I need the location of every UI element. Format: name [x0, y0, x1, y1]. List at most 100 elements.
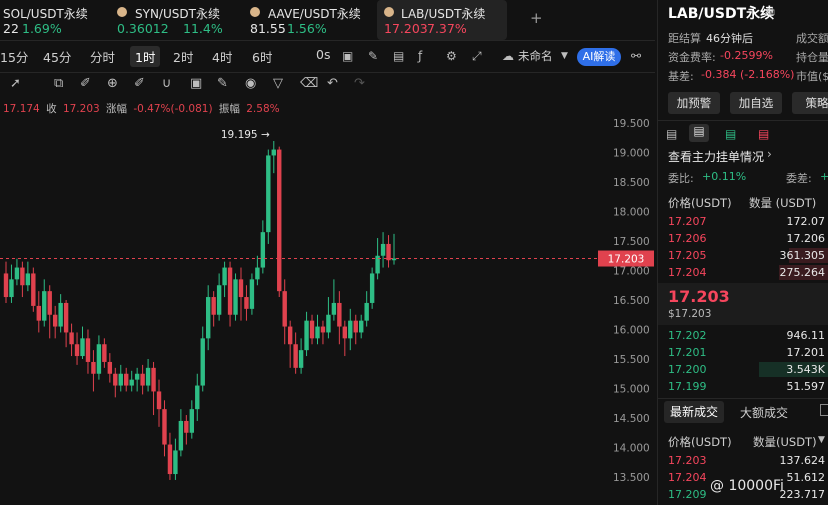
ticker-price: 81.55 — [250, 21, 286, 36]
open-interest-label: 持仓量 — [796, 51, 828, 64]
strategy-button[interactable]: 策略 — [792, 92, 828, 114]
candle-body — [145, 367, 151, 386]
candle-body — [3, 273, 9, 298]
bid-row[interactable]: 17.199 51.597 — [658, 378, 828, 395]
chevron-right-icon[interactable]: › — [767, 147, 772, 161]
select-icon[interactable]: ⧉ — [54, 76, 63, 91]
trade-price: 17.204 — [668, 471, 707, 484]
orderbook-both-icon[interactable]: ▤ — [689, 124, 709, 142]
ask-price: 17.206 — [668, 232, 707, 245]
candle-body — [85, 338, 91, 362]
basis-label: 基差: — [668, 70, 694, 83]
last-price-usd: $17.203 — [668, 308, 712, 320]
layout-name[interactable]: 未命名 — [518, 48, 553, 64]
candle-body — [195, 385, 200, 410]
seconds-button[interactable]: 0s — [316, 47, 330, 62]
ticker-tab-lab[interactable]: LAB/USDT永续 17.203 7.37% — [377, 0, 507, 40]
timeframe-15m[interactable]: 15分 — [0, 47, 28, 66]
trash-icon[interactable]: ⌫ — [300, 76, 318, 91]
candle-body — [52, 314, 58, 327]
ask-row[interactable]: 17.207 172.07 — [658, 213, 828, 230]
tab-latest-trades[interactable]: 最新成交 — [664, 401, 725, 423]
cloud-icon[interactable]: ☁ — [502, 49, 514, 63]
redo-icon[interactable]: ↷ — [354, 76, 365, 91]
ask-price: 17.204 — [668, 266, 707, 279]
camera-icon[interactable]: ▣ — [342, 49, 353, 63]
timeframe-2h[interactable]: 2时 — [173, 47, 193, 66]
candle-body — [200, 338, 205, 386]
fx-icon[interactable]: ƒ — [418, 49, 422, 63]
bid-row[interactable]: 17.200 3.543K — [658, 361, 828, 378]
ask-row[interactable]: 17.204 275.264 — [658, 264, 828, 281]
ruler-icon[interactable]: ✐ — [80, 76, 91, 91]
ticker-tab-syn[interactable]: SYN/USDT永续 0.36012 11.4% — [112, 0, 242, 40]
ticker-tab-sol[interactable]: SOL/USDT永续 22 1.69% — [0, 0, 110, 40]
chevron-down-icon[interactable]: ▼ — [561, 51, 568, 61]
candle-body — [118, 373, 123, 386]
candle-body — [260, 232, 266, 268]
ask-row[interactable]: 17.206 17.206 — [658, 230, 828, 247]
lock-icon[interactable]: ▣ — [190, 76, 202, 91]
candle-body — [298, 350, 304, 368]
last-price: 17.203 — [668, 287, 730, 306]
ask-qty: 17.206 — [786, 232, 826, 245]
candle-body — [304, 320, 309, 351]
checkbox-icon[interactable] — [820, 404, 828, 416]
candle-body — [326, 314, 331, 333]
timeframe-line[interactable]: 分时 — [90, 47, 115, 66]
bid-row[interactable]: 17.202 946.11 — [658, 327, 828, 344]
candle-body — [58, 302, 63, 327]
candlestick-chart[interactable]: 19.500 19.000 18.500 18.000 17.500 17.000 16.5… — [0, 112, 655, 505]
timeframe-4h[interactable]: 4时 — [212, 47, 232, 66]
candle-body — [134, 373, 140, 380]
note-icon[interactable]: ✎ — [217, 76, 228, 91]
brush-icon[interactable]: ✐ — [134, 76, 145, 91]
market-panel: LAB/USDT永续 ⧉ 距结算 46分钟后 资金费率: -0.2599% 基差… — [657, 0, 828, 505]
undo-icon[interactable]: ↶ — [327, 76, 338, 91]
add-tab-button[interactable]: + — [530, 9, 543, 27]
trade-header-qty: 数量(USDT) — [753, 435, 817, 449]
orderbook-title[interactable]: 查看主力挂单情况 — [668, 148, 764, 165]
pen-icon[interactable]: ✎ — [368, 49, 378, 63]
ticker-tab-aave[interactable]: AAVE/USDT永续 81.55 1.56% — [245, 0, 375, 40]
magnet-icon[interactable]: ∪ — [162, 76, 172, 91]
ask-row[interactable]: 17.205 361.305 — [658, 247, 828, 264]
candle-body — [107, 361, 113, 374]
add-watchlist-button[interactable]: 加自选 — [730, 92, 782, 114]
chevron-down-icon[interactable]: ▼ — [818, 435, 825, 445]
ticker-price: 22 — [3, 21, 19, 36]
share-icon[interactable]: ⚯ — [631, 49, 641, 63]
timeframe-1h[interactable]: 1时 — [130, 46, 161, 67]
candle-body — [36, 305, 41, 321]
ticker-tabs: SOL/USDT永续 22 1.69% SYN/USDT永续 0.36012 1… — [0, 0, 655, 41]
y-tick-label: 15.500 — [613, 354, 650, 366]
candle-body — [156, 391, 162, 410]
ask-qty: 172.07 — [786, 215, 826, 228]
funding-rate-label: 资金费率: — [668, 51, 716, 64]
settings-panel-icon[interactable]: ▤ — [393, 49, 404, 63]
ai-analysis-button[interactable]: AI解读 — [577, 48, 621, 66]
candle-body — [222, 267, 227, 286]
bid-qty: 51.597 — [786, 380, 826, 393]
timeframe-6h[interactable]: 6时 — [252, 47, 272, 66]
ticker-price: 0.36012 — [117, 21, 169, 36]
trade-row[interactable]: 17.203 137.624 — [658, 452, 828, 469]
watermark: @ 10000Fi — [710, 478, 784, 494]
orderbook-asks-icon[interactable]: ▤ — [758, 127, 769, 141]
orderbook-bids-icon[interactable]: ▤ — [725, 127, 736, 141]
fullscreen-icon[interactable]: ⤢ — [472, 49, 482, 64]
tab-large-trades[interactable]: 大额成交 — [740, 404, 788, 421]
candle-body — [80, 338, 85, 357]
filter-icon[interactable]: ▽ — [273, 76, 283, 91]
copy-icon[interactable]: ⧉ — [767, 5, 775, 19]
add-alert-button[interactable]: 加预警 — [668, 92, 720, 114]
gear-icon[interactable]: ⚙ — [446, 49, 457, 63]
hide-icon[interactable]: ◉ — [245, 76, 256, 91]
divider — [658, 120, 828, 121]
trade-header-price: 价格(USDT) — [668, 435, 732, 449]
trendline-icon[interactable]: ➚ — [10, 76, 21, 91]
bid-row[interactable]: 17.201 17.201 — [658, 344, 828, 361]
zoom-icon[interactable]: ⊕ — [107, 76, 118, 91]
orderbook-mode-icon[interactable]: ▤ — [666, 127, 677, 141]
timeframe-45m[interactable]: 45分 — [43, 47, 71, 66]
